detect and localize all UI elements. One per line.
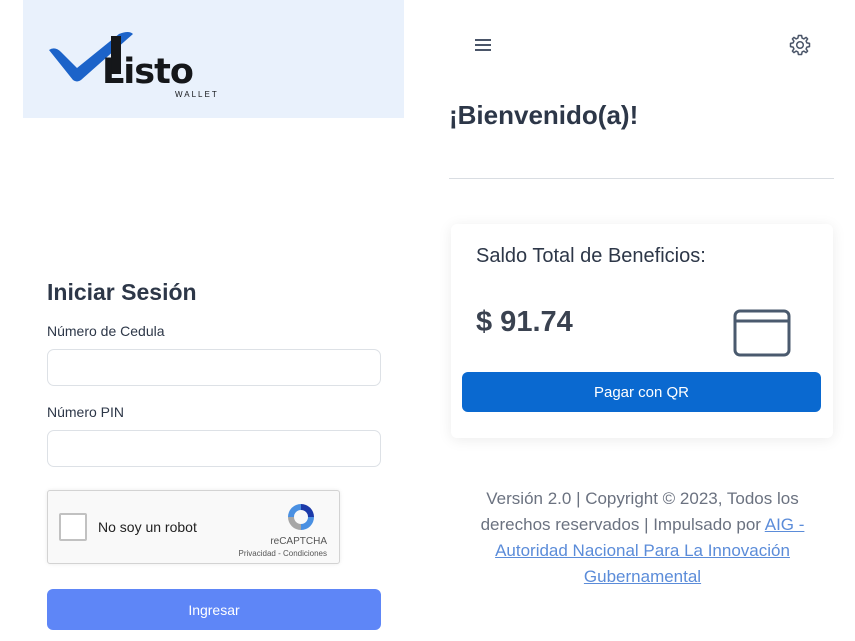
recaptcha-checkbox[interactable]: [59, 513, 87, 541]
cedula-label: Número de Cedula: [47, 323, 165, 339]
balance-card: Saldo Total de Beneficios: $ 91.74 Pagar…: [451, 224, 833, 438]
recaptcha-links[interactable]: Privacidad - Condiciones: [239, 549, 328, 558]
pin-input[interactable]: [47, 430, 381, 467]
divider: [449, 178, 834, 179]
wallet-icon: [733, 309, 791, 357]
recaptcha-icon: [288, 504, 314, 530]
hamburger-menu-icon[interactable]: [475, 38, 491, 52]
cedula-input[interactable]: [47, 349, 381, 386]
app-screen: Listo WALLET Iniciar Sesión Número de Ce…: [0, 0, 855, 641]
recaptcha-label: No soy un robot: [98, 519, 197, 535]
login-title: Iniciar Sesión: [47, 279, 197, 305]
pin-label: Número PIN: [47, 404, 125, 420]
balance-title: Saldo Total de Beneficios:: [476, 245, 706, 267]
balance-amount: $ 91.74: [476, 306, 573, 338]
logo-banner: Listo WALLET: [23, 0, 404, 118]
listo-wallet-logo: Listo WALLET: [47, 28, 227, 103]
gear-icon[interactable]: [788, 33, 812, 57]
recaptcha-widget: No soy un robot reCAPTCHA Privacidad - C…: [47, 490, 340, 564]
footer: Versión 2.0 | Copyright © 2023, Todos lo…: [455, 486, 830, 590]
recaptcha-brand: reCAPTCHA: [270, 536, 327, 547]
logo-subtext: WALLET: [175, 90, 219, 99]
footer-text: Versión 2.0 | Copyright © 2023, Todos lo…: [480, 489, 799, 534]
welcome-heading: ¡Bienvenido(a)!: [449, 100, 639, 130]
pay-with-qr-button[interactable]: Pagar con QR: [462, 372, 821, 412]
logo-wordmark: Listo: [102, 52, 194, 92]
login-submit-button[interactable]: Ingresar: [47, 589, 381, 630]
